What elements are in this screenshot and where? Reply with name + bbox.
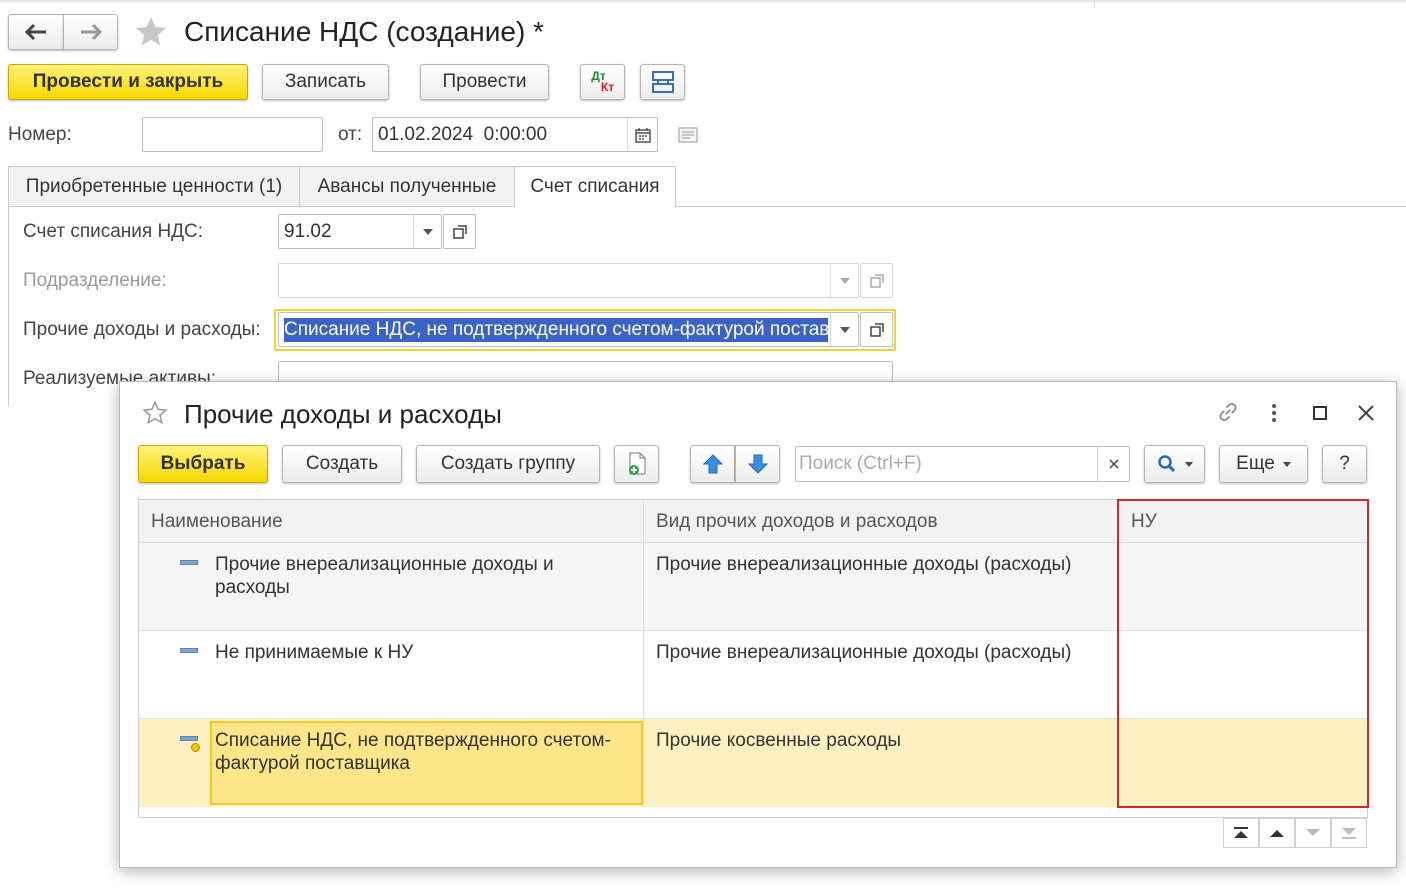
- chevron-down-icon: [839, 326, 850, 333]
- new-document-icon: [628, 452, 645, 475]
- item-icon: [180, 560, 198, 565]
- vat-account-value: 91.02: [284, 220, 332, 242]
- date-label: от:: [338, 124, 363, 145]
- link-icon[interactable]: [1215, 399, 1241, 425]
- scroll-down-icon: [1306, 829, 1320, 836]
- division-open-button[interactable]: [860, 263, 893, 298]
- structure-button[interactable]: [640, 64, 685, 100]
- column-divider: [643, 500, 644, 807]
- back-button[interactable]: [8, 14, 64, 50]
- item-icon: [180, 648, 198, 653]
- chevron-down-icon: [1282, 461, 1291, 467]
- tab-writeoff-account[interactable]: Счет списания: [514, 166, 676, 207]
- create-button[interactable]: Создать: [282, 445, 402, 483]
- copy-button[interactable]: [614, 445, 659, 483]
- post-button[interactable]: Провести: [420, 64, 549, 100]
- vat-account-dropdown[interactable]: [413, 215, 441, 248]
- dt-kt-button[interactable]: Дт Кт: [580, 64, 625, 100]
- page-title: Списание НДС (создание) *: [184, 16, 544, 47]
- tab-acquired-values[interactable]: Приобретенные ценности (1): [8, 166, 300, 206]
- forward-button[interactable]: [63, 14, 118, 50]
- close-icon[interactable]: [1356, 403, 1376, 423]
- comment-icon[interactable]: [678, 127, 698, 143]
- vat-account-open-button[interactable]: [443, 214, 476, 249]
- search-icon: [1157, 455, 1175, 473]
- tab-advances-received[interactable]: Авансы полученные: [299, 166, 515, 206]
- division-input[interactable]: [278, 263, 859, 298]
- search-placeholder: Поиск (Ctrl+F): [799, 453, 922, 474]
- scroll-last-button[interactable]: [1331, 818, 1367, 848]
- star-icon[interactable]: [133, 14, 169, 50]
- search-clear-button[interactable]: [1097, 447, 1129, 481]
- column-header-name[interactable]: Наименование: [151, 510, 283, 533]
- scroll-top-icon: [1234, 827, 1248, 838]
- division-dropdown[interactable]: [830, 264, 858, 297]
- date-input[interactable]: 01.02.2024 0:00:00: [372, 117, 658, 152]
- vat-account-input[interactable]: 91.02: [278, 214, 442, 249]
- row-kind: Прочие косвенные расходы: [656, 730, 902, 751]
- item-icon: [180, 736, 198, 741]
- number-label: Номер:: [8, 124, 72, 145]
- current-item-icon: [191, 743, 200, 752]
- other-income-input[interactable]: Списание НДС, не подтвержденного счетом-…: [278, 312, 859, 347]
- scroll-bottom-icon: [1342, 828, 1356, 839]
- move-up-button[interactable]: [690, 445, 735, 483]
- scroll-down-button[interactable]: [1295, 818, 1331, 848]
- select-button[interactable]: Выбрать: [138, 445, 268, 483]
- arrow-right-icon: [80, 23, 102, 41]
- more-button[interactable]: Еще: [1219, 445, 1308, 483]
- division-label: Подразделение:: [23, 270, 167, 291]
- search-input[interactable]: Поиск (Ctrl+F): [795, 446, 1130, 482]
- date-value: 01.02.2024 0:00:00: [378, 123, 548, 145]
- scroll-up-icon: [1270, 830, 1284, 837]
- row-name: Списание НДС, не подтвержденного счетом-…: [215, 730, 611, 774]
- number-input[interactable]: [142, 117, 323, 152]
- chevron-down-icon: [1184, 461, 1193, 467]
- open-icon: [869, 322, 884, 337]
- other-income-value: Списание НДС, не подтвержденного счетом-…: [284, 317, 828, 342]
- arrow-left-icon: [24, 23, 46, 41]
- open-icon: [869, 273, 884, 288]
- dialog-title: Прочие доходы и расходы: [184, 399, 502, 429]
- calendar-icon: [634, 127, 651, 143]
- row-name: Не принимаемые к НУ: [215, 642, 414, 663]
- more-label: Еще: [1236, 453, 1275, 474]
- column-header-kind[interactable]: Вид прочих доходов и расходов: [656, 510, 938, 533]
- row-name: Прочие внереализационные доходы и расход…: [215, 554, 554, 598]
- star-outline-icon[interactable]: [142, 400, 168, 426]
- structure-icon: [651, 71, 674, 93]
- search-button[interactable]: [1144, 445, 1205, 483]
- scroll-up-button[interactable]: [1259, 818, 1295, 848]
- arrow-down-icon: [747, 454, 768, 474]
- vat-account-label: Счет списания НДС:: [23, 221, 204, 242]
- other-income-dropdown[interactable]: [830, 313, 858, 346]
- arrow-up-icon: [702, 454, 723, 474]
- scroll-first-button[interactable]: [1223, 818, 1259, 848]
- calendar-button[interactable]: [627, 118, 657, 151]
- move-down-button[interactable]: [735, 445, 780, 483]
- open-icon: [452, 224, 467, 239]
- other-income-label: Прочие доходы и расходы:: [23, 319, 261, 340]
- chevron-down-icon: [839, 277, 850, 284]
- row-kind: Прочие внереализационные доходы (расходы…: [656, 642, 1072, 663]
- row-kind: Прочие внереализационные доходы (расходы…: [656, 554, 1072, 575]
- chevron-down-icon: [422, 228, 433, 235]
- other-income-open-button[interactable]: [860, 312, 893, 347]
- save-button[interactable]: Записать: [262, 64, 389, 100]
- post-and-close-button[interactable]: Провести и закрыть: [8, 64, 248, 100]
- nu-column-highlight: [1117, 499, 1369, 808]
- kt-label: Кт: [600, 80, 615, 94]
- help-button[interactable]: ?: [1322, 445, 1367, 483]
- maximize-icon[interactable]: [1311, 404, 1329, 422]
- create-group-button[interactable]: Создать группу: [416, 445, 600, 483]
- clear-icon: [1108, 459, 1119, 469]
- more-vertical-icon[interactable]: [1264, 402, 1284, 424]
